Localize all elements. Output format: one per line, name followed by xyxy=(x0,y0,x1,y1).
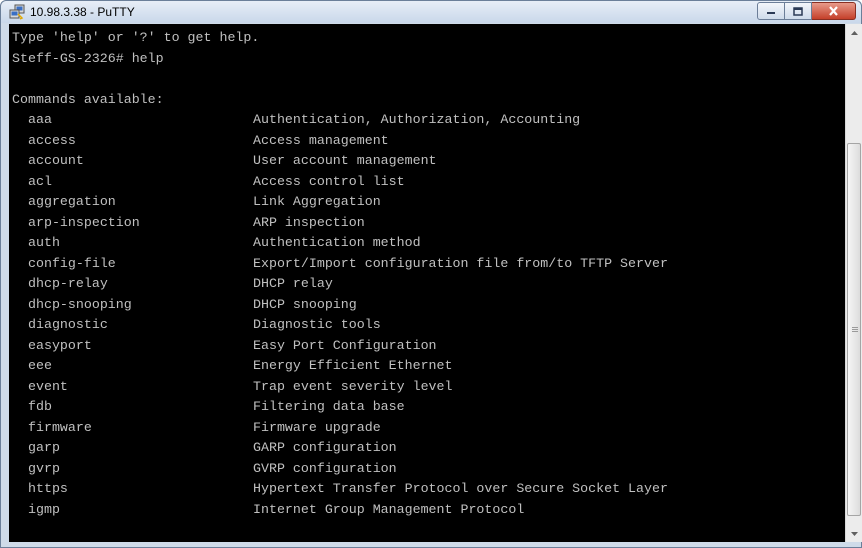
command-description: Filtering data base xyxy=(253,399,405,414)
terminal-screen[interactable]: Type 'help' or '?' to get help. Steff-GS… xyxy=(9,24,845,542)
command-name: eee xyxy=(28,358,52,373)
command-description: Authentication, Authorization, Accountin… xyxy=(253,112,581,127)
command-row: diagnostic Diagnostic tools xyxy=(12,315,668,336)
minimize-icon xyxy=(767,12,775,14)
scroll-thumb[interactable] xyxy=(847,143,861,516)
command-row: gvrp GVRP configuration xyxy=(12,459,668,480)
command-description: GARP configuration xyxy=(253,440,397,455)
command-name: diagnostic xyxy=(28,317,108,332)
command-description: Authentication method xyxy=(253,235,421,250)
command-name: auth xyxy=(28,235,60,250)
command-description: DHCP relay xyxy=(253,276,333,291)
scroll-down-button[interactable] xyxy=(846,525,862,542)
scroll-up-button[interactable] xyxy=(846,24,862,41)
command-name: aaa xyxy=(28,112,52,127)
command-row: easyport Easy Port Configuration xyxy=(12,336,668,357)
command-list: aaa Authentication, Authorization, Accoun… xyxy=(12,110,668,520)
command-description: Export/Import configuration file from/to… xyxy=(253,255,668,271)
command-description: GVRP configuration xyxy=(253,460,397,476)
terminal-line: Commands available: xyxy=(12,91,164,107)
window-controls xyxy=(757,2,856,21)
command-row: event Trap event severity level xyxy=(12,377,668,398)
command-name: aggregation xyxy=(28,194,116,209)
command-name: event xyxy=(28,378,68,394)
command-row: aaa Authentication, Authorization, Accoun… xyxy=(12,110,668,131)
command-description: DHCP snooping xyxy=(253,296,357,312)
command-name: igmp xyxy=(28,501,60,517)
command-name: config-file xyxy=(28,255,116,271)
maximize-button[interactable] xyxy=(785,2,812,20)
command-row: https Hypertext Transfer Protocol over Se… xyxy=(12,479,668,500)
close-button[interactable] xyxy=(812,2,856,20)
close-icon xyxy=(829,6,838,16)
command-description: Trap event severity level xyxy=(253,378,453,394)
window-title: 10.98.3.38 - PuTTY xyxy=(30,5,135,19)
command-name: arp-inspection xyxy=(28,214,140,230)
command-row: acl Access control list xyxy=(12,172,668,193)
command-name: gvrp xyxy=(28,460,60,476)
command-description: Easy Port Configuration xyxy=(253,337,437,353)
command-name: access xyxy=(28,132,76,148)
command-row: dhcp-snooping DHCP snooping xyxy=(12,295,668,316)
command-name: fdb xyxy=(28,399,52,414)
command-row: access Access management xyxy=(12,131,668,152)
command-description: Hypertext Transfer Protocol over Secure … xyxy=(253,481,668,496)
minimize-button[interactable] xyxy=(757,2,785,20)
command-name: firmware xyxy=(28,419,92,435)
command-row: aggregation Link Aggregation xyxy=(12,192,668,213)
command-description: Energy Efficient Ethernet xyxy=(253,358,453,373)
command-description: Diagnostic tools xyxy=(253,317,381,332)
command-description: Firmware upgrade xyxy=(253,419,381,435)
putty-icon[interactable] xyxy=(9,4,25,20)
command-description: Access control list xyxy=(253,173,405,189)
command-row: firmware Firmware upgrade xyxy=(12,418,668,439)
command-row: igmp Internet Group Management Protocol xyxy=(12,500,668,521)
terminal-output: Type 'help' or '?' to get help. Steff-GS… xyxy=(12,28,668,520)
command-row: garp GARP configuration xyxy=(12,438,668,459)
scroll-down-arrow-icon xyxy=(850,531,858,536)
terminal-line: Type 'help' or '?' to get help. xyxy=(12,30,260,45)
command-description: ARP inspection xyxy=(253,214,365,230)
command-row: account User account management xyxy=(12,151,668,172)
command-description: Access management xyxy=(253,132,389,148)
terminal-line: Steff-GS-2326# help xyxy=(12,50,164,66)
command-name: dhcp-snooping xyxy=(28,296,132,312)
command-name: garp xyxy=(28,440,60,455)
maximize-icon xyxy=(793,6,803,16)
scroll-grip-icon xyxy=(852,326,858,333)
command-row: eee Energy Efficient Ethernet xyxy=(12,356,668,377)
command-description: User account management xyxy=(253,153,437,168)
command-name: https xyxy=(28,481,68,496)
scroll-up-arrow-icon xyxy=(850,30,858,35)
command-name: account xyxy=(28,153,84,168)
command-name: dhcp-relay xyxy=(28,276,108,291)
command-row: fdb Filtering data base xyxy=(12,397,668,418)
command-row: arp-inspection ARP inspection xyxy=(12,213,668,234)
command-name: easyport xyxy=(28,337,92,353)
title-bar[interactable]: 10.98.3.38 - PuTTY xyxy=(1,1,861,23)
command-row: config-file Export/Import configuration f… xyxy=(12,254,668,275)
putty-window: 10.98.3.38 - PuTTY Type 'help' or '?' to… xyxy=(0,0,862,548)
command-description: Internet Group Management Protocol xyxy=(253,501,525,517)
command-row: auth Authentication method xyxy=(12,233,668,254)
command-description: Link Aggregation xyxy=(253,194,381,209)
vertical-scrollbar[interactable] xyxy=(845,24,862,542)
command-name: acl xyxy=(28,173,52,189)
command-row: dhcp-relay DHCP relay xyxy=(12,274,668,295)
